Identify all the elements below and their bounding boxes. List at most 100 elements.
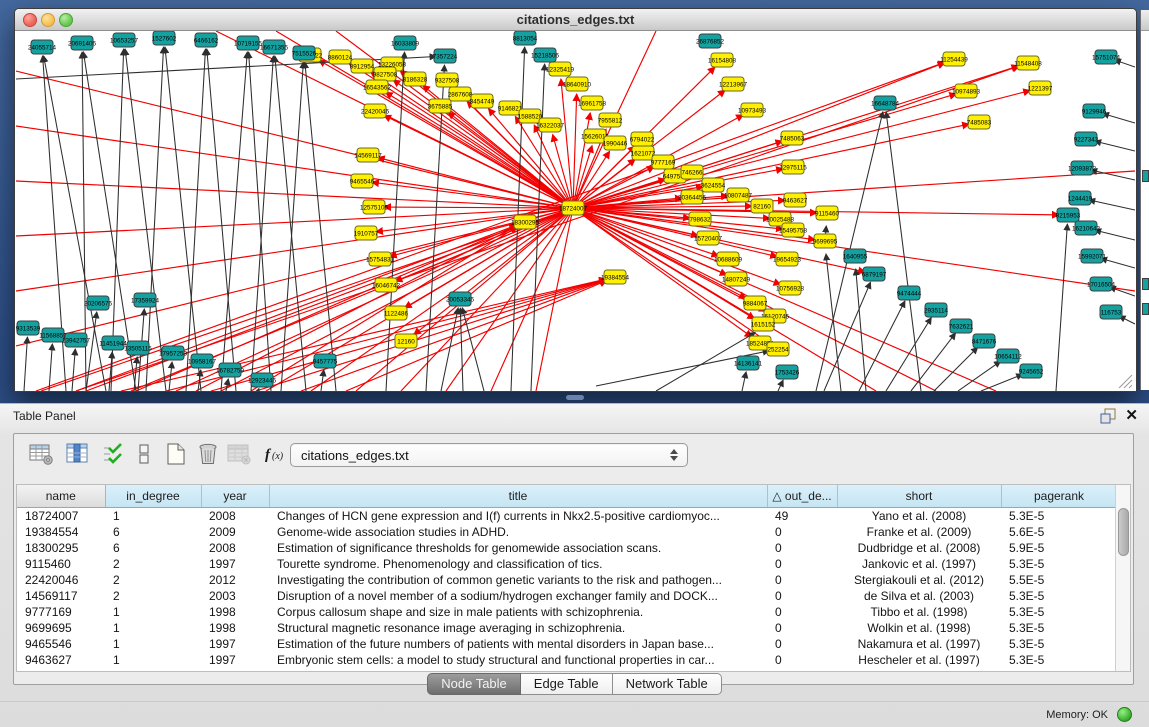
graph-node[interactable]: 17359924 (131, 293, 160, 307)
cell-out_degree[interactable]: 0 (767, 604, 837, 620)
graph-node[interactable]: 1753426 (775, 365, 800, 379)
graph-node[interactable]: 19384554 (601, 270, 630, 284)
cell-in_degree[interactable]: 1 (105, 508, 201, 525)
cell-title[interactable]: Disruption of a novel member of a sodium… (269, 588, 767, 604)
delete-column-button[interactable] (194, 442, 222, 468)
graph-node[interactable]: 18300295 (511, 215, 540, 229)
cell-in_degree[interactable]: 6 (105, 524, 201, 540)
cell-short[interactable]: Tibbo et al. (1998) (837, 604, 1001, 620)
column-header-in_degree[interactable]: in_degree (105, 485, 201, 508)
graph-node[interactable]: 9115460 (815, 206, 840, 220)
cell-name[interactable]: 14569117 (17, 588, 105, 604)
graph-node[interactable]: 12160 (395, 334, 417, 348)
cell-title[interactable]: Changes of HCN gene expression and I(f) … (269, 508, 767, 525)
graph-node[interactable]: 15218506 (531, 48, 560, 62)
cell-short[interactable]: Wolkin et al. (1998) (837, 620, 1001, 636)
cell-pagerank[interactable]: 5.3E-5 (1001, 604, 1117, 620)
cell-name[interactable]: 22420046 (17, 572, 105, 588)
graph-node[interactable]: 7357224 (433, 49, 458, 63)
cell-out_degree[interactable]: 49 (767, 508, 837, 525)
cell-pagerank[interactable]: 5.3E-5 (1001, 588, 1117, 604)
tab-node-table[interactable]: Node Table (427, 673, 521, 695)
new-column-button[interactable] (162, 442, 190, 468)
cell-in_degree[interactable]: 2 (105, 572, 201, 588)
table-row[interactable]: 1456911722003Disruption of a novel membe… (17, 588, 1117, 604)
graph-node[interactable]: 82160 (751, 199, 773, 213)
cell-title[interactable]: Tourette syndrome. Phenomenology and cla… (269, 556, 767, 572)
graph-node[interactable]: 22420046 (361, 104, 390, 118)
cell-year[interactable]: 1998 (201, 604, 269, 620)
graph-node[interactable]: 10973493 (738, 103, 767, 117)
cell-year[interactable]: 2012 (201, 572, 269, 588)
graph-node[interactable]: 9227343 (1074, 132, 1099, 146)
graph-node[interactable]: 798632 (689, 212, 711, 226)
graph-node[interactable]: 1910757 (354, 226, 379, 240)
cell-name[interactable]: 9465546 (17, 636, 105, 652)
graph-node[interactable]: 7485083 (967, 115, 992, 129)
graph-node[interactable]: 12923446 (248, 373, 277, 387)
cell-name[interactable]: 9115460 (17, 556, 105, 572)
graph-node[interactable]: 1990446 (603, 136, 628, 150)
cell-pagerank[interactable]: 5.3E-5 (1001, 652, 1117, 668)
cell-pagerank[interactable]: 5.3E-5 (1001, 508, 1117, 525)
close-panel-icon[interactable]: ✕ (1125, 406, 1138, 424)
graph-node[interactable]: 9465546 (350, 174, 375, 188)
graph-node[interactable]: 9129946 (1082, 104, 1107, 118)
cell-in_degree[interactable]: 1 (105, 636, 201, 652)
graph-node[interactable]: 16033809 (391, 36, 420, 50)
cell-out_degree[interactable]: 0 (767, 620, 837, 636)
show-columns-button[interactable] (64, 442, 92, 468)
column-header-title[interactable]: title (269, 485, 767, 508)
table-row[interactable]: 1872400712008Changes of HCN gene express… (17, 508, 1117, 525)
cell-title[interactable]: Structural magnetic resonance image aver… (269, 620, 767, 636)
graph-node[interactable]: 9777169 (651, 155, 676, 169)
graph-node[interactable]: 11254439 (940, 52, 968, 66)
graph-node[interactable]: 15754831 (366, 252, 395, 266)
column-header-year[interactable]: year (201, 485, 269, 508)
graph-node[interactable]: 9313539 (16, 321, 41, 335)
cell-in_degree[interactable]: 1 (105, 620, 201, 636)
graph-node[interactable]: 10654112 (994, 349, 1022, 363)
cell-short[interactable]: Stergiakouli et al. (2012) (837, 572, 1001, 588)
cell-title[interactable]: Corpus callosum shape and size in male p… (269, 604, 767, 620)
graph-node[interactable]: 18640910 (563, 77, 592, 91)
graph-node[interactable]: 1615152 (751, 317, 776, 331)
float-panel-icon[interactable] (1100, 408, 1116, 424)
graph-node[interactable]: 9827508 (373, 67, 398, 81)
table-row[interactable]: 977716911998Corpus callosum shape and si… (17, 604, 1117, 620)
cell-title[interactable]: Genome-wide association studies in ADHD. (269, 524, 767, 540)
graph-node[interactable]: 16961758 (578, 96, 607, 110)
cell-year[interactable]: 2003 (201, 588, 269, 604)
graph-node[interactable]: 11451944 (99, 336, 127, 350)
graph-node[interactable]: 7632621 (949, 319, 974, 333)
table-row[interactable]: 2242004622012Investigating the contribut… (17, 572, 1117, 588)
graph-node[interactable]: 16154808 (708, 53, 737, 67)
cell-out_degree[interactable]: 0 (767, 524, 837, 540)
graph-node[interactable]: 12575105 (360, 200, 389, 214)
graph-node[interactable]: 20206576 (84, 296, 113, 310)
cell-year[interactable]: 2008 (201, 508, 269, 525)
graph-node[interactable]: 10958167 (188, 354, 217, 368)
graph-node[interactable]: 16671355 (260, 40, 289, 54)
graph-node[interactable]: 9474444 (897, 286, 922, 300)
graph-node[interactable]: 12213967 (719, 77, 748, 91)
graph-node[interactable]: 26876852 (696, 34, 725, 48)
cell-year[interactable]: 1997 (201, 556, 269, 572)
column-header-short[interactable]: short (837, 485, 1001, 508)
table-select-dropdown[interactable]: citations_edges.txt (290, 443, 688, 467)
network-canvas[interactable]: 1872400776638228860124891295413226058982… (16, 31, 1135, 391)
table-row[interactable]: 946554611997Estimation of the future num… (17, 636, 1117, 652)
graph-node[interactable]: 7485063 (780, 131, 805, 145)
cell-short[interactable]: de Silva et al. (2003) (837, 588, 1001, 604)
rows-button[interactable] (130, 442, 158, 468)
cell-pagerank[interactable]: 5.3E-5 (1001, 620, 1117, 636)
close-window-button[interactable] (23, 13, 37, 27)
cell-name[interactable]: 9699695 (17, 620, 105, 636)
graph-node[interactable]: 15751074 (1092, 50, 1121, 64)
graph-node[interactable]: 16210643 (1072, 221, 1101, 235)
graph-node[interactable]: 252254 (767, 342, 789, 356)
graph-node[interactable]: 8186328 (403, 72, 428, 86)
graph-node[interactable]: 9699695 (813, 234, 838, 248)
graph-node[interactable]: 8215953 (1056, 208, 1081, 222)
cell-title[interactable]: Estimation of significance thresholds fo… (269, 540, 767, 556)
